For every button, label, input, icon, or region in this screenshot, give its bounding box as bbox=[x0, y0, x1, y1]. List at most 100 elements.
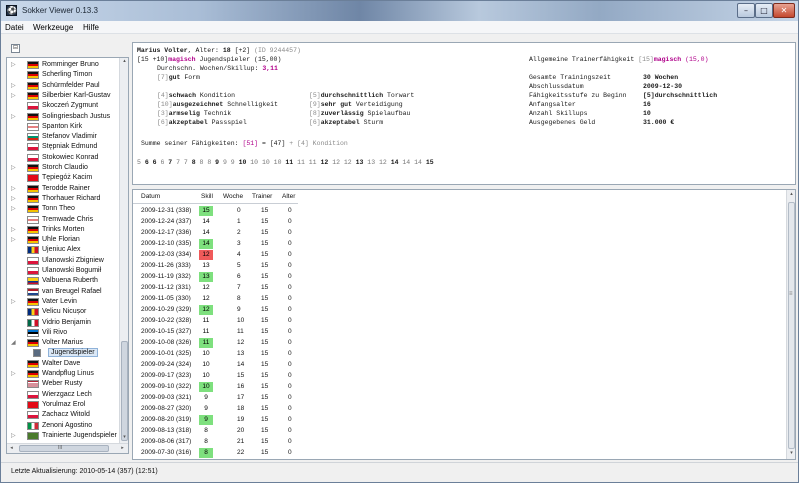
table-row[interactable]: 2009-12-31 (338) 0 15 0 15 bbox=[133, 206, 298, 217]
flag-icon bbox=[27, 205, 39, 214]
cell-alter: 0 bbox=[288, 295, 292, 302]
table-vertical-scrollbar[interactable]: ▴ ≡ ▾ bbox=[786, 190, 795, 459]
flag-icon bbox=[27, 112, 39, 121]
cell-trainer: 15 bbox=[261, 229, 269, 236]
skill-level: sehr gut bbox=[320, 101, 352, 108]
menu-datei[interactable]: Datei bbox=[5, 23, 24, 32]
skill-label: Verteidigung bbox=[351, 101, 403, 108]
avg-weeks-line: Durchschn. Wochen/Skillup: 3,11 bbox=[157, 65, 278, 72]
status-bar: Letzte Aktualisierung: 2010-05-14 (357) … bbox=[1, 462, 798, 482]
trainer-row-label: Ausgegebenes Geld bbox=[529, 119, 596, 126]
collapse-tree-icon[interactable]: ⊟ bbox=[11, 44, 20, 53]
cell-trainer: 15 bbox=[261, 350, 269, 357]
skill-sum-eq: = [47] bbox=[261, 140, 286, 147]
table-row[interactable]: 2009-09-03 (321) 17 15 0 9 bbox=[133, 393, 298, 404]
cell-woche: 13 bbox=[237, 350, 245, 357]
tree-vertical-scrollbar[interactable]: ▴ ▾ bbox=[119, 58, 128, 443]
table-row[interactable]: 2009-12-24 (337) 1 15 0 14 bbox=[133, 217, 298, 228]
expand-arrow-icon[interactable]: ▷ bbox=[11, 92, 18, 99]
expand-arrow-icon[interactable]: ▷ bbox=[11, 236, 18, 243]
table-row[interactable]: 2009-09-17 (323) 15 15 0 10 bbox=[133, 371, 298, 382]
cell-woche: 6 bbox=[237, 273, 241, 280]
left-skill-row: [6]akzeptabel Passspiel bbox=[157, 119, 247, 126]
right-skill-row: [5]durchschnittlich Torwart bbox=[309, 92, 414, 99]
col-datum[interactable]: Datum bbox=[141, 193, 160, 200]
expand-arrow-icon[interactable]: ▷ bbox=[11, 113, 18, 120]
cell-skill: 14 bbox=[202, 229, 210, 236]
table-row[interactable]: 2009-11-19 (332) 6 15 0 13 bbox=[133, 272, 298, 283]
tree-item-label: Zachacz Witold bbox=[42, 411, 90, 419]
expand-arrow-icon[interactable]: ▷ bbox=[11, 432, 18, 439]
cell-datum: 2009-12-24 (337) bbox=[141, 218, 192, 225]
scroll-right-arrow-icon[interactable]: ▸ bbox=[119, 445, 126, 453]
title-bar[interactable]: ⚽ Sokker Viewer 0.13.3 – □ ✕ bbox=[1, 1, 798, 21]
flag-icon bbox=[27, 359, 39, 368]
scroll-down-arrow-icon[interactable]: ▾ bbox=[121, 434, 128, 442]
trainer-row-label: Anfangsalter bbox=[529, 101, 576, 108]
scroll-up-arrow-icon[interactable]: ▴ bbox=[121, 58, 128, 66]
table-row[interactable]: 2009-09-10 (322) 16 15 0 10 bbox=[133, 382, 298, 393]
table-row[interactable]: 2009-10-15 (327) 11 15 0 11 bbox=[133, 327, 298, 338]
table-row[interactable]: 2009-10-29 (329) 9 15 0 12 bbox=[133, 305, 298, 316]
tree-horizontal-scrollbar[interactable]: ◂ III ▸ bbox=[7, 443, 128, 453]
trainer-row-label: Fähigkeitsstufe zu Beginn bbox=[529, 92, 627, 99]
expand-arrow-icon[interactable]: ▷ bbox=[11, 82, 18, 89]
cell-alter: 0 bbox=[288, 449, 292, 456]
avg-weeks-value: 3,11 bbox=[262, 65, 278, 72]
table-scroll-down-icon[interactable]: ▾ bbox=[788, 450, 795, 458]
table-row[interactable]: 2009-08-27 (320) 18 15 0 9 bbox=[133, 404, 298, 415]
cell-alter: 0 bbox=[288, 251, 292, 258]
tree-scroll-thumb[interactable] bbox=[121, 341, 128, 441]
table-row[interactable]: 2009-08-20 (319) 19 15 0 9 bbox=[133, 415, 298, 426]
expand-arrow-icon[interactable]: ▷ bbox=[11, 164, 18, 171]
tree-hscroll-thumb[interactable]: III bbox=[19, 445, 109, 452]
flag-icon bbox=[27, 215, 39, 224]
table-scroll-thumb[interactable]: ≡ bbox=[788, 202, 795, 449]
cell-datum: 2009-08-13 (318) bbox=[141, 427, 192, 434]
table-row[interactable]: 2009-11-12 (331) 7 15 0 12 bbox=[133, 283, 298, 294]
table-row[interactable]: 2009-11-26 (333) 5 15 0 13 bbox=[133, 261, 298, 272]
table-row[interactable]: 2009-12-03 (334) 4 15 0 12 bbox=[133, 250, 298, 261]
maximize-button[interactable]: □ bbox=[755, 3, 773, 18]
expand-arrow-icon[interactable]: ▷ bbox=[11, 195, 18, 202]
table-scroll-up-icon[interactable]: ▴ bbox=[788, 191, 795, 199]
tree-item-label: Wandpflug Linus bbox=[42, 370, 94, 377]
expand-arrow-icon[interactable]: ▷ bbox=[11, 185, 18, 192]
table-row[interactable]: 2009-08-06 (317) 21 15 0 8 bbox=[133, 437, 298, 448]
tree-item-label: Terodde Rainer bbox=[42, 184, 90, 192]
menu-hilfe[interactable]: Hilfe bbox=[83, 23, 99, 32]
table-row[interactable]: 2009-10-22 (328) 10 15 0 11 bbox=[133, 316, 298, 327]
expand-arrow-icon[interactable]: ▷ bbox=[11, 205, 18, 212]
col-woche[interactable]: Woche bbox=[223, 193, 243, 200]
table-row[interactable]: 2009-10-08 (326) 12 15 0 11 bbox=[133, 338, 298, 349]
expand-arrow-icon[interactable]: ▷ bbox=[11, 61, 18, 68]
tree-item-player[interactable]: ▷ Trainierte Jugendspieler bbox=[7, 431, 120, 442]
col-trainer[interactable]: Trainer bbox=[252, 193, 272, 200]
player-info-panel: Marius Volter, Alter: 18 [+2] (ID 924445… bbox=[132, 42, 796, 185]
skill-num: [9] bbox=[309, 101, 321, 108]
skill-label: Spielaufbau bbox=[363, 110, 411, 117]
skill-seq-value: 11 bbox=[285, 159, 298, 166]
table-row[interactable]: 2009-11-05 (330) 8 15 0 12 bbox=[133, 294, 298, 305]
table-row[interactable]: 2009-10-01 (325) 13 15 0 10 bbox=[133, 349, 298, 360]
flag-icon bbox=[27, 287, 39, 296]
table-row[interactable]: 2009-08-13 (318) 20 15 0 8 bbox=[133, 426, 298, 437]
table-row[interactable]: 2009-07-30 (316) 22 15 0 8 bbox=[133, 448, 298, 459]
expand-arrow-icon[interactable]: ▷ bbox=[11, 370, 18, 377]
table-row[interactable]: 2009-12-10 (335) 3 15 0 14 bbox=[133, 239, 298, 250]
trainer-row-value: 30 Wochen bbox=[643, 74, 679, 81]
col-skill[interactable]: Skill bbox=[201, 193, 213, 200]
table-row[interactable]: 2009-12-17 (336) 2 15 0 14 bbox=[133, 228, 298, 239]
scroll-left-arrow-icon[interactable]: ◂ bbox=[8, 445, 15, 453]
skill-num: [4] bbox=[157, 92, 169, 99]
menu-werkzeuge[interactable]: Werkzeuge bbox=[33, 23, 73, 32]
minimize-button[interactable]: – bbox=[737, 3, 755, 18]
expand-arrow-icon[interactable]: ◢ bbox=[11, 339, 18, 346]
expand-arrow-icon[interactable]: ▷ bbox=[11, 226, 18, 233]
col-alter[interactable]: Alter bbox=[282, 193, 295, 200]
cell-alter: 0 bbox=[288, 284, 292, 291]
close-button[interactable]: ✕ bbox=[773, 3, 795, 18]
cell-woche: 14 bbox=[237, 361, 245, 368]
expand-arrow-icon[interactable]: ▷ bbox=[11, 298, 18, 305]
table-row[interactable]: 2009-09-24 (324) 14 15 0 10 bbox=[133, 360, 298, 371]
